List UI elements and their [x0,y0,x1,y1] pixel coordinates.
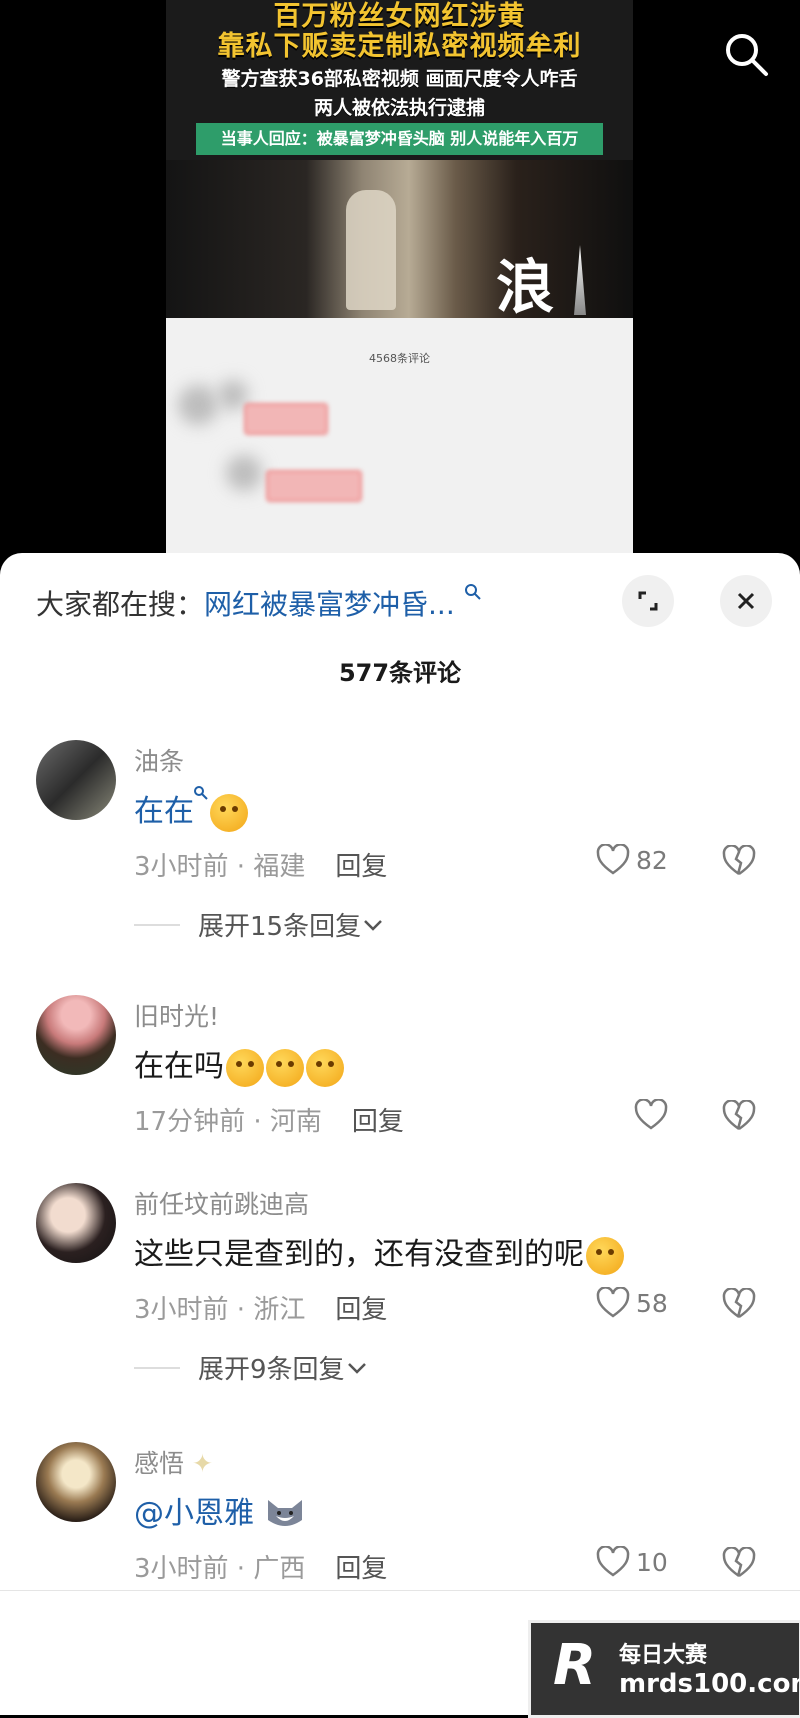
reply-button[interactable]: 回复 [335,852,387,882]
comment-time-location: 3小时前 · 浙江 [134,1295,306,1325]
comment-username[interactable]: 油条 [134,742,184,778]
expand-replies-button[interactable]: 展开15条回复 [134,906,385,943]
watermark-logo: R 每日大赛 mrds100.com [528,1620,800,1718]
smug-emoji-icon [266,1048,304,1087]
like-count: 10 [636,1547,668,1577]
husky-emoji-icon [267,1499,302,1526]
heart-icon [596,844,630,875]
comment-username[interactable]: 感悟 ✦ [134,1444,213,1480]
expand-replies-label: 展开9条回复 [198,1355,345,1385]
expand-replies-label: 展开15条回复 [198,912,362,942]
blurred-comment-count: 4568条评论 [369,352,430,365]
close-button[interactable] [720,575,772,627]
broken-heart-icon[interactable] [722,1288,756,1320]
like-button[interactable]: 82 [596,844,668,876]
comment-time-location: 3小时前 · 福建 [134,852,306,882]
trending-search-query[interactable]: 网红被暴富梦冲昏... [204,588,455,621]
comment-sheet: 大家都在搜：网红被暴富梦冲昏... 577条评论 油条 在在 3小时前 · 福建… [0,553,800,1715]
video-frame: 百万粉丝女网红涉黄 靠私下贩卖定制私密视频牟利 警方查获36部私密视频 画面尺度… [166,0,633,560]
watermark-mark: R [553,1633,597,1698]
smug-emoji-icon [306,1048,344,1087]
expand-replies-button[interactable]: 展开9条回复 [134,1349,369,1386]
comment-username[interactable]: 前任坟前跳迪高 [134,1185,309,1221]
blurred-avatar [178,385,218,425]
video-sub-line2: 两人被依法执行逮捕 [313,97,485,119]
video-figure [346,190,396,310]
avatar[interactable] [36,1183,116,1263]
trending-search[interactable]: 大家都在搜：网红被暴富梦冲昏... [36,583,482,623]
video-player[interactable]: 百万粉丝女网红涉黄 靠私下贩卖定制私密视频牟利 警方查获36部私密视频 画面尺度… [0,0,800,560]
comment-text: @小恩雅 [134,1488,306,1532]
heart-icon [596,1287,630,1318]
divider [134,1366,180,1369]
search-icon [194,786,208,800]
watermark-line1: 每日大赛 [619,1643,708,1668]
comment-meta: 3小时前 · 福建 回复 [134,846,387,883]
avatar[interactable] [36,1442,116,1522]
comment-body[interactable]: 在在 [134,794,194,829]
mention-link[interactable]: @小恩雅 [134,1496,254,1531]
trending-search-prefix: 大家都在搜： [36,588,205,621]
video-title-line2: 靠私下贩卖定制私密视频牟利 [217,31,582,62]
watermark-line2: mrds100.com [619,1669,800,1699]
expand-button[interactable] [622,575,674,627]
chevron-down-icon [364,919,382,931]
heart-icon [596,1546,630,1577]
comment-meta: 3小时前 · 广西 回复 [134,1548,387,1585]
comment-text: 这些只是查到的，还有没查到的呢 [134,1229,624,1275]
comment-time-location: 3小时前 · 广西 [134,1554,306,1584]
like-button[interactable] [634,1099,674,1131]
search-icon [464,584,481,600]
broken-heart-icon[interactable] [722,1100,756,1132]
smug-emoji-icon [226,1048,264,1087]
avatar[interactable] [36,995,116,1075]
reply-button[interactable]: 回复 [335,1554,387,1584]
like-button[interactable]: 10 [596,1546,668,1578]
like-button[interactable]: 58 [596,1287,668,1319]
comment-username-text: 感悟 [134,1449,185,1478]
reply-button[interactable]: 回复 [335,1295,387,1325]
comment-text: 在在 [134,786,248,832]
blurred-tag [266,470,362,502]
comment-meta: 17分钟前 · 河南 回复 [134,1101,404,1138]
blurred-avatar [226,455,262,491]
smug-emoji-icon [586,1236,624,1275]
search-icon[interactable] [722,30,770,78]
blurred-tag [244,403,328,435]
sparkle-icon: ✦ [191,1449,213,1478]
comment-count: 577条评论 [338,659,462,687]
news-logo: 浪 [496,253,555,321]
broken-heart-icon[interactable] [722,1547,756,1579]
comment-text: 在在吗 [134,1041,344,1087]
divider [134,923,180,926]
like-count: 82 [636,845,668,875]
heart-icon [634,1099,668,1130]
video-banner: 当事人回应：被暴富梦冲昏头脑 别人说能年入百万 [196,123,603,155]
comment-time-location: 17分钟前 · 河南 [134,1107,322,1137]
comment-meta: 3小时前 · 浙江 回复 [134,1289,387,1326]
broken-heart-icon[interactable] [722,845,756,877]
video-sub-line1: 警方查获36部私密视频 画面尺度令人咋舌 [221,68,578,90]
divider [0,1590,800,1591]
like-count: 58 [636,1288,668,1318]
reply-button[interactable]: 回复 [352,1107,404,1137]
comment-username[interactable]: 旧时光! [134,997,219,1033]
comment-body: 这些只是查到的，还有没查到的呢 [134,1237,584,1272]
expand-icon [638,591,658,611]
video-scene [166,160,633,318]
chevron-down-icon [347,1362,366,1374]
comment-body: 在在吗 [134,1049,224,1084]
avatar[interactable] [36,740,116,820]
close-icon [737,592,755,610]
smile-emoji-icon [210,793,248,832]
